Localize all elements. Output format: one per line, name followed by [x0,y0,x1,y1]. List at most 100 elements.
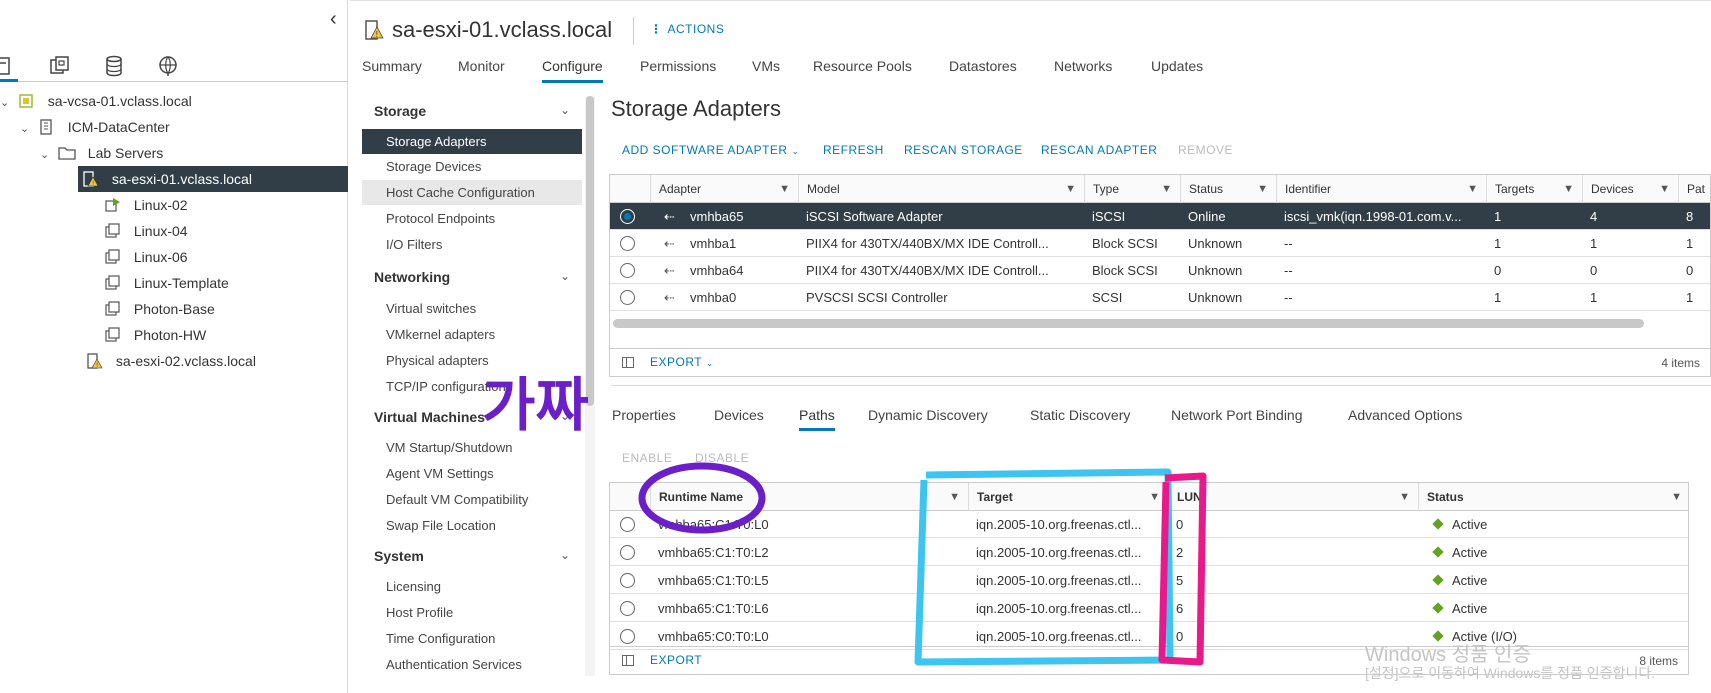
section-system[interactable]: System ⌄ [374,548,570,564]
tree-item-folder[interactable]: ⌄ Lab Servers [40,140,163,166]
table-row[interactable]: vmhba65:C1:T0:L2 iqn.2005-10.org.freenas… [610,539,1688,566]
table-row[interactable]: vmhba65:C1:T0:L6 iqn.2005-10.org.freenas… [610,595,1688,622]
menu-time-configuration[interactable]: Time Configuration [362,626,582,651]
pane-splitter[interactable] [611,385,1711,386]
menu-host-profile[interactable]: Host Profile [362,600,582,625]
tab-vms[interactable]: VMs [752,58,780,80]
horizontal-scrollbar[interactable] [613,319,1644,328]
tab-static-discovery[interactable]: Static Discovery [1030,407,1130,428]
tree-item-vm[interactable]: Linux-04 [104,218,188,244]
refresh-button[interactable]: REFRESH [823,143,884,157]
storage-icon[interactable] [102,54,130,78]
table-row[interactable]: ⇠ vmhba64 PIIX4 for 430TX/440BX/MX IDE C… [610,257,1710,284]
menu-default-vm-compatibility[interactable]: Default VM Compatibility [362,487,582,512]
tab-advanced-options[interactable]: Advanced Options [1348,407,1462,428]
menu-virtual-switches[interactable]: Virtual switches [362,296,582,321]
tree-item-vm[interactable]: Linux-06 [104,244,188,270]
column-status[interactable]: Status ▼ [1180,175,1276,203]
tree-item-vcenter[interactable]: ⌄ sa-vcsa-01.vclass.local [0,88,192,114]
tab-summary[interactable]: Summary [362,58,422,80]
menu-physical-adapters[interactable]: Physical adapters [362,348,582,373]
vms-templates-icon[interactable] [48,54,76,78]
tree-item-host[interactable]: ! sa-esxi-02.vclass.local [86,348,256,374]
filter-icon[interactable]: ▼ [1563,175,1574,203]
row-radio[interactable] [620,517,635,532]
table-row[interactable]: ⇠ vmhba0 PVSCSI SCSI Controller SCSI Unk… [610,284,1710,311]
tree-item-vm[interactable]: Linux-02 [104,192,188,218]
column-status[interactable]: Status ▼ [1418,483,1690,511]
column-target[interactable]: Target ▼ [968,483,1168,511]
menu-tcpip-configuration[interactable]: TCP/IP configuration [362,374,582,399]
filter-icon[interactable]: ▼ [949,483,960,511]
menu-protocol-endpoints[interactable]: Protocol Endpoints [362,206,582,231]
collapse-pane-icon[interactable]: ‹ [330,8,337,31]
tree-item-vm[interactable]: Photon-Base [104,296,215,322]
menu-agent-vm-settings[interactable]: Agent VM Settings [362,461,582,486]
tree-item-vm[interactable]: Photon-HW [104,322,206,348]
tab-monitor[interactable]: Monitor [458,58,505,80]
tab-permissions[interactable]: Permissions [640,58,716,80]
chevron-down-icon[interactable]: ⌄ [0,90,14,116]
tab-paths[interactable]: Paths [799,407,835,431]
section-virtual-machines[interactable]: Virtual Machines ⌄ [374,409,570,425]
tab-networks[interactable]: Networks [1054,58,1112,80]
tab-dynamic-discovery[interactable]: Dynamic Discovery [868,407,988,428]
row-radio[interactable] [620,290,635,305]
tab-network-port-binding[interactable]: Network Port Binding [1171,407,1303,428]
menu-swap-file-location[interactable]: Swap File Location [362,513,582,538]
table-row[interactable]: vmhba65:C1:T0:L0 iqn.2005-10.org.freenas… [610,511,1688,538]
menu-vmkernel-adapters[interactable]: VMkernel adapters [362,322,582,347]
column-paths[interactable]: Pat [1678,175,1711,203]
tab-datastores[interactable]: Datastores [949,58,1017,80]
filter-icon[interactable]: ▼ [1257,175,1268,203]
column-lun[interactable]: LUN ▼ [1168,483,1418,511]
tab-devices[interactable]: Devices [714,407,764,428]
menu-authentication-services[interactable]: Authentication Services [362,652,582,677]
section-networking[interactable]: Networking ⌄ [374,269,570,285]
column-toggle-icon[interactable] [622,655,634,666]
filter-icon[interactable]: ▼ [1659,175,1670,203]
export-button[interactable]: EXPORT ⌄ [650,355,714,369]
chevron-down-icon[interactable]: ⌄ [20,116,34,142]
column-adapter[interactable]: Adapter ▼ [650,175,798,203]
table-row[interactable]: vmhba65:C1:T0:L5 iqn.2005-10.org.freenas… [610,567,1688,594]
row-radio[interactable] [620,545,635,560]
row-radio[interactable] [620,573,635,588]
chevron-down-icon[interactable]: ⌄ [40,142,54,168]
tree-item-host-selected[interactable]: ! sa-esxi-01.vclass.local [78,166,348,192]
menu-vm-startup-shutdown[interactable]: VM Startup/Shutdown [362,435,582,460]
tab-configure[interactable]: Configure [542,58,603,83]
menu-licensing[interactable]: Licensing [362,574,582,599]
filter-icon[interactable]: ▼ [1161,175,1172,203]
table-row[interactable]: ⇠ vmhba65 iSCSI Software Adapter iSCSI O… [610,203,1710,230]
column-type[interactable]: Type ▼ [1084,175,1180,203]
add-software-adapter-button[interactable]: ADD SOFTWARE ADAPTER ⌄ [622,143,799,157]
tree-item-datacenter[interactable]: ⌄ ICM-DataCenter [20,114,170,140]
actions-menu[interactable]: ⋮ ACTIONS [650,22,724,36]
filter-icon[interactable]: ▼ [1399,483,1410,511]
menu-host-cache-configuration[interactable]: Host Cache Configuration [362,180,582,205]
filter-icon[interactable]: ▼ [779,175,790,203]
row-radio[interactable] [620,629,635,644]
filter-icon[interactable]: ▼ [1149,483,1160,511]
column-toggle-icon[interactable] [622,357,634,368]
menu-scrollbar-thumb[interactable] [586,96,594,406]
rescan-storage-button[interactable]: RESCAN STORAGE [904,143,1023,157]
menu-storage-adapters[interactable]: Storage Adapters [362,129,582,154]
row-radio[interactable] [620,263,635,278]
column-targets[interactable]: Targets ▼ [1486,175,1582,203]
filter-icon[interactable]: ▼ [1065,175,1076,203]
column-identifier[interactable]: Identifier ▼ [1276,175,1486,203]
column-runtime-name[interactable]: Runtime Name ▼ [650,483,968,511]
tab-updates[interactable]: Updates [1151,58,1203,80]
column-model[interactable]: Model ▼ [798,175,1084,203]
rescan-adapter-button[interactable]: RESCAN ADAPTER [1041,143,1157,157]
filter-icon[interactable]: ▼ [1671,483,1682,511]
networking-icon[interactable] [156,54,184,78]
row-radio[interactable] [620,601,635,616]
row-radio[interactable] [620,236,635,251]
filter-icon[interactable]: ▼ [1467,175,1478,203]
menu-io-filters[interactable]: I/O Filters [362,232,582,257]
menu-storage-devices[interactable]: Storage Devices [362,154,582,179]
tree-item-vm[interactable]: Linux-Template [104,270,229,296]
